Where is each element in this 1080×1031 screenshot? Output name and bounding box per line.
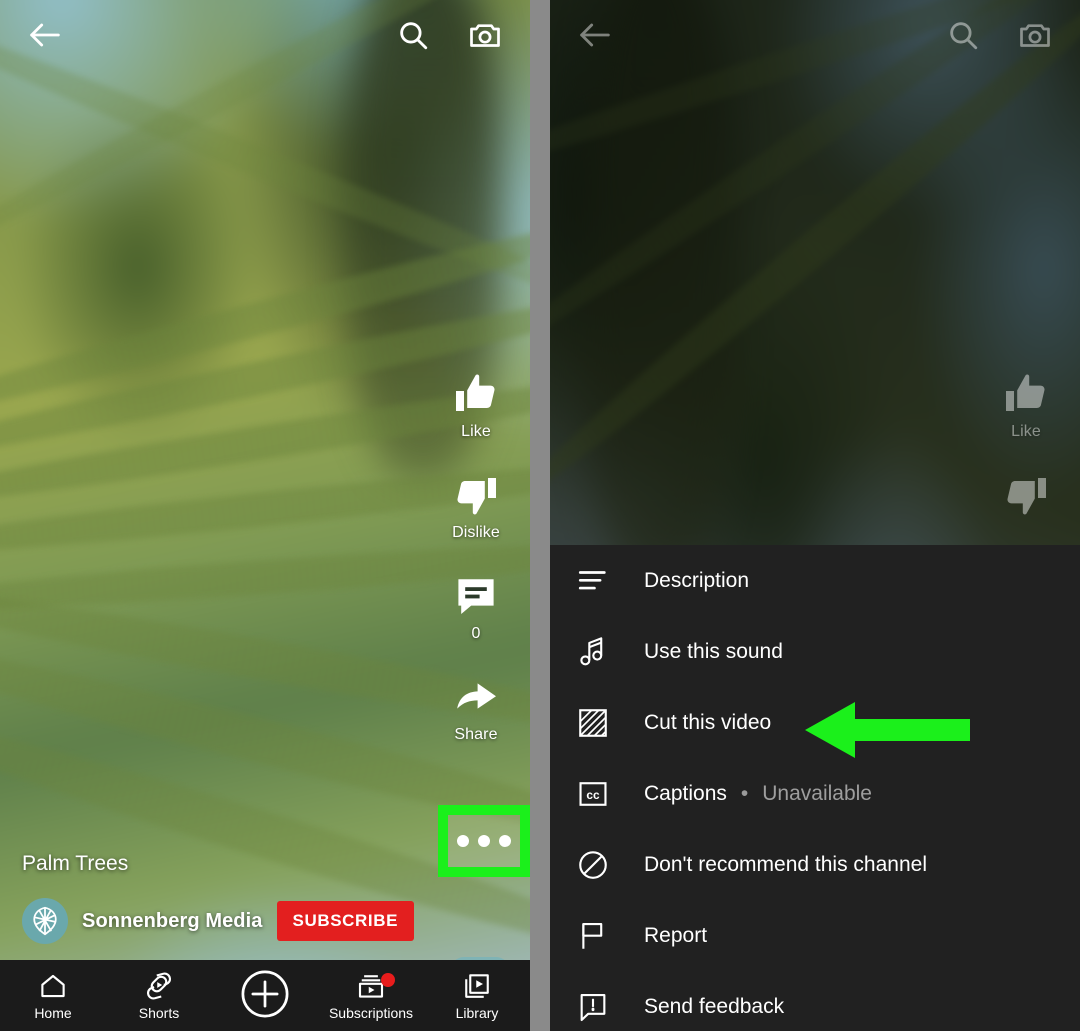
library-icon — [462, 971, 492, 1001]
avatar[interactable] — [22, 898, 68, 944]
create-plus-icon — [239, 968, 291, 1020]
share-icon — [451, 673, 501, 721]
top-bar-right — [550, 0, 1080, 70]
share-label: Share — [454, 726, 498, 743]
flag-icon — [576, 919, 620, 953]
menu-label: Send feedback — [644, 994, 785, 1018]
thumbs-down-icon — [1002, 471, 1050, 519]
like-button[interactable]: Like — [452, 370, 500, 441]
svg-text:cc: cc — [586, 788, 600, 802]
menu-label: Don't recommend this channel — [644, 852, 927, 876]
bottom-navigation-bar: Home Shorts Subscriptions Library — [0, 960, 530, 1031]
comment-count: 0 — [471, 625, 481, 642]
back-arrow-icon[interactable] — [22, 12, 68, 58]
top-bar-left — [0, 0, 530, 70]
share-button[interactable]: Share — [451, 673, 501, 744]
screenshot-root: Like Dislike 0 Share Palm Trees Sonnenbe… — [0, 0, 1080, 1031]
music-note-icon — [576, 635, 620, 669]
nav-label-shorts: Shorts — [138, 1004, 180, 1021]
search-icon[interactable] — [940, 12, 986, 58]
dislike-button[interactable]: Dislike — [452, 471, 500, 542]
menu-item-report[interactable]: Report — [550, 900, 1080, 971]
thumbs-up-icon — [1002, 370, 1050, 418]
action-rail-left: Like Dislike 0 Share — [422, 370, 530, 744]
camera-icon[interactable] — [1012, 12, 1058, 58]
menu-label: Captions — [644, 781, 727, 805]
block-circle-icon — [576, 848, 620, 882]
nav-item-home[interactable]: Home — [5, 971, 101, 1021]
menu-separator-dot: • — [740, 781, 749, 805]
nav-label-subscriptions: Subscriptions — [328, 1004, 414, 1021]
menu-item-send-feedback[interactable]: Send feedback — [550, 971, 1080, 1031]
camera-icon[interactable] — [462, 12, 508, 58]
search-icon[interactable] — [390, 12, 436, 58]
shorts-icon — [144, 971, 174, 1001]
description-icon — [576, 564, 620, 598]
options-bottom-sheet: Description Use this sound Cut this vide… — [550, 545, 1080, 1031]
nav-label-home: Home — [34, 1004, 72, 1021]
channel-row: Sonnenberg Media SUBSCRIBE — [22, 898, 508, 944]
panel-divider — [530, 0, 550, 1031]
dislike-button[interactable] — [1002, 471, 1050, 524]
nav-item-shorts[interactable]: Shorts — [111, 971, 207, 1021]
subscriptions-badge — [381, 972, 395, 987]
nav-item-create[interactable] — [217, 968, 313, 1024]
thumbs-down-icon — [452, 471, 500, 519]
nav-label-library: Library — [455, 1004, 499, 1021]
like-label: Like — [1011, 423, 1041, 440]
left-panel-shorts-player: Like Dislike 0 Share Palm Trees Sonnenbe… — [0, 0, 530, 1031]
right-panel-options-menu: Like Description Use this sound Cut this… — [550, 0, 1080, 1031]
menu-item-description[interactable]: Description — [550, 545, 1080, 616]
video-title: Palm Trees — [22, 852, 129, 875]
feedback-icon — [576, 990, 620, 1024]
comment-icon — [452, 572, 500, 620]
comments-button[interactable]: 0 — [452, 572, 500, 643]
back-arrow-icon[interactable] — [572, 12, 618, 58]
closed-caption-icon: cc — [576, 777, 620, 811]
cut-video-icon — [576, 706, 620, 740]
more-options-highlight-wrapper — [438, 805, 530, 877]
menu-label: Report — [644, 923, 708, 947]
nav-item-library[interactable]: Library — [429, 971, 525, 1021]
menu-label: Cut this video — [644, 710, 772, 734]
dislike-label: Dislike — [452, 524, 500, 541]
home-icon — [38, 971, 68, 1001]
menu-status-value: Unavailable — [762, 781, 872, 805]
like-button[interactable]: Like — [1002, 370, 1050, 441]
subscribe-button[interactable]: SUBSCRIBE — [276, 901, 415, 941]
like-label: Like — [461, 423, 491, 440]
menu-item-captions[interactable]: cc Captions • Unavailable — [550, 758, 1080, 829]
nav-item-subscriptions[interactable]: Subscriptions — [323, 971, 419, 1021]
menu-item-dont-recommend-channel[interactable]: Don't recommend this channel — [550, 829, 1080, 900]
menu-item-cut-this-video[interactable]: Cut this video — [550, 687, 1080, 758]
thumbs-up-icon — [452, 370, 500, 418]
channel-name[interactable]: Sonnenberg Media — [82, 910, 263, 933]
action-rail-right: Like — [972, 370, 1080, 524]
menu-label: Description — [644, 568, 750, 592]
menu-label: Use this sound — [644, 639, 783, 663]
more-horizontal-icon[interactable] — [438, 805, 530, 877]
menu-item-use-this-sound[interactable]: Use this sound — [550, 616, 1080, 687]
